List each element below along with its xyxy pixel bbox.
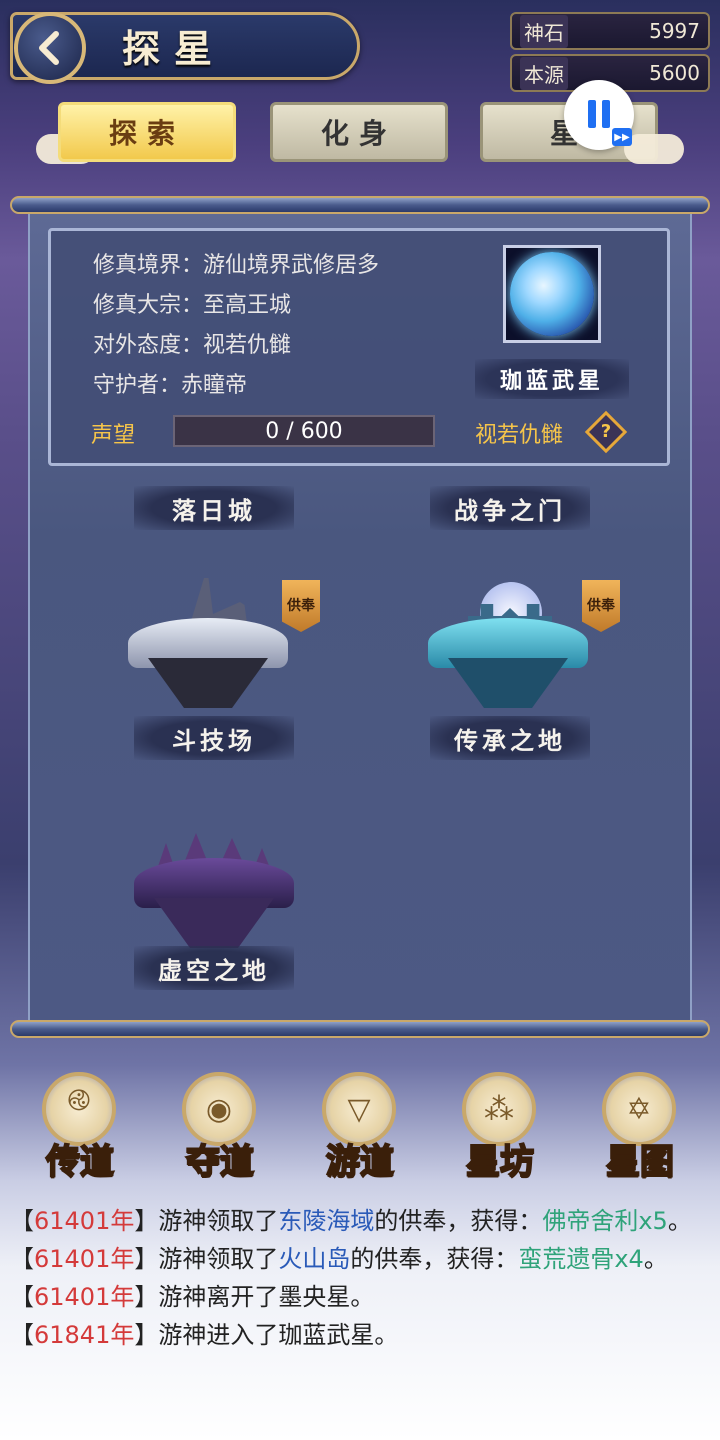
log-entry: 【61401年】游神离开了墨央星。 [10, 1283, 375, 1311]
planet-name: 珈蓝武星 [475, 359, 629, 399]
event-log: 【61401年】游神领取了东陵海域的供奉，获得：佛帝舍利x5。 【61401年】… [10, 1202, 710, 1354]
location-xukongzhidi[interactable]: 虚空之地 [134, 946, 294, 990]
planet-image [503, 245, 601, 343]
info-guardian: 守护者：赤瞳帝 [93, 373, 248, 398]
log-item: 蛮荒遗骨x4 [518, 1245, 644, 1273]
log-entry: 【61401年】游神领取了东陵海域的供奉，获得：佛帝舍利x5。 [10, 1207, 692, 1235]
nav-label: 星坊 [465, 1141, 535, 1183]
log-place: 火山岛 [278, 1245, 351, 1273]
heritage-island[interactable] [418, 578, 598, 708]
location-chuanchengzhidi[interactable]: 传承之地 [430, 716, 590, 760]
resource-label: 神石 [520, 14, 568, 48]
star-info-card: 修真境界：游仙境界武修居多 修真大宗：至高王城 对外态度：视若仇雠 守护者：赤瞳… [48, 228, 670, 466]
help-icon-glyph: ? [600, 421, 612, 442]
log-item: 佛帝舍利x5 [542, 1207, 668, 1235]
island-rock [148, 658, 268, 708]
scroll-rod-top [10, 196, 710, 214]
log-text: 的供奉，获得： [374, 1207, 543, 1235]
nav-youdao[interactable]: ▽ 游道 [300, 1068, 420, 1183]
info-major-sect: 修真大宗：至高王城 [93, 293, 292, 318]
info-cultivation-realm: 修真境界：游仙境界武修居多 [93, 253, 380, 278]
log-entry: 【61841年】游神进入了珈蓝武星。 [10, 1321, 399, 1349]
log-year: 61401年 [34, 1207, 135, 1235]
nav-label: 夺道 [185, 1141, 255, 1183]
log-text: 。 [643, 1245, 668, 1273]
nav-chuandao[interactable]: ࿋ 传道 [20, 1068, 140, 1183]
tribute-badge[interactable]: 供奉 [282, 580, 320, 632]
log-text: 游神领取了 [158, 1245, 279, 1273]
resource-value: 5600 [649, 61, 700, 85]
tab-avatar[interactable]: 化身 [270, 102, 448, 162]
reputation-status: 视若仇雠 [475, 423, 564, 448]
tribute-label: 供奉 [587, 598, 615, 614]
cloud-decoration [624, 134, 684, 164]
fast-forward-icon[interactable]: ▶▶ [612, 128, 632, 146]
page-title: 探星 [122, 26, 227, 71]
location-doujichang[interactable]: 斗技场 [134, 716, 294, 760]
tab-explore[interactable]: 探索 [58, 102, 236, 162]
reputation-value: 0 / 600 [265, 418, 343, 444]
nav-label: 游道 [325, 1141, 395, 1183]
help-icon[interactable]: ? [584, 410, 628, 454]
nav-label: 星图 [605, 1141, 675, 1183]
tribute-label: 供奉 [287, 598, 315, 614]
nav-duodao[interactable]: ◉ 夺道 [160, 1068, 280, 1183]
log-year: 61401年 [34, 1245, 135, 1273]
chevron-left-icon [39, 31, 59, 65]
location-zhanzhengzhimen[interactable]: 战争之门 [430, 486, 590, 530]
tribute-badge[interactable]: 供奉 [582, 580, 620, 632]
arena-island[interactable] [118, 578, 298, 708]
pause-button[interactable]: ▶▶ [564, 80, 634, 150]
planet-orb [510, 252, 594, 336]
log-year: 61841年 [34, 1321, 135, 1349]
reputation-label: 声望 [91, 423, 136, 448]
log-entry: 【61401年】游神领取了火山岛的供奉，获得：蛮荒遗骨x4。 [10, 1245, 668, 1273]
nav-label: 传道 [45, 1141, 115, 1183]
info-attitude: 对外态度：视若仇雠 [93, 333, 292, 358]
pause-icon [602, 100, 610, 128]
log-place: 东陵海域 [278, 1207, 375, 1235]
log-text: 的供奉，获得： [350, 1245, 519, 1273]
nav-xingfang[interactable]: ⁂ 星坊 [440, 1068, 560, 1183]
reputation-bar: 0 / 600 [173, 415, 435, 447]
island-rock [448, 658, 568, 708]
log-text: 。 [667, 1207, 692, 1235]
location-luoricheng[interactable]: 落日城 [134, 486, 294, 530]
log-year: 61401年 [34, 1283, 135, 1311]
resource-value: 5997 [649, 19, 700, 43]
pause-icon [588, 100, 596, 128]
log-text: 游神离开了墨央星。 [158, 1283, 375, 1311]
resource-label: 本源 [520, 56, 568, 90]
void-island[interactable] [124, 818, 304, 948]
back-button[interactable] [14, 12, 86, 84]
island-rock [154, 898, 274, 948]
log-text: 游神进入了珈蓝武星。 [158, 1321, 399, 1349]
log-text: 游神领取了 [158, 1207, 279, 1235]
scroll-rod-bottom [10, 1020, 710, 1038]
resource-shenshi: 神石 5997 [510, 12, 710, 50]
nav-xingtu[interactable]: ✡ 星图 [580, 1068, 700, 1183]
